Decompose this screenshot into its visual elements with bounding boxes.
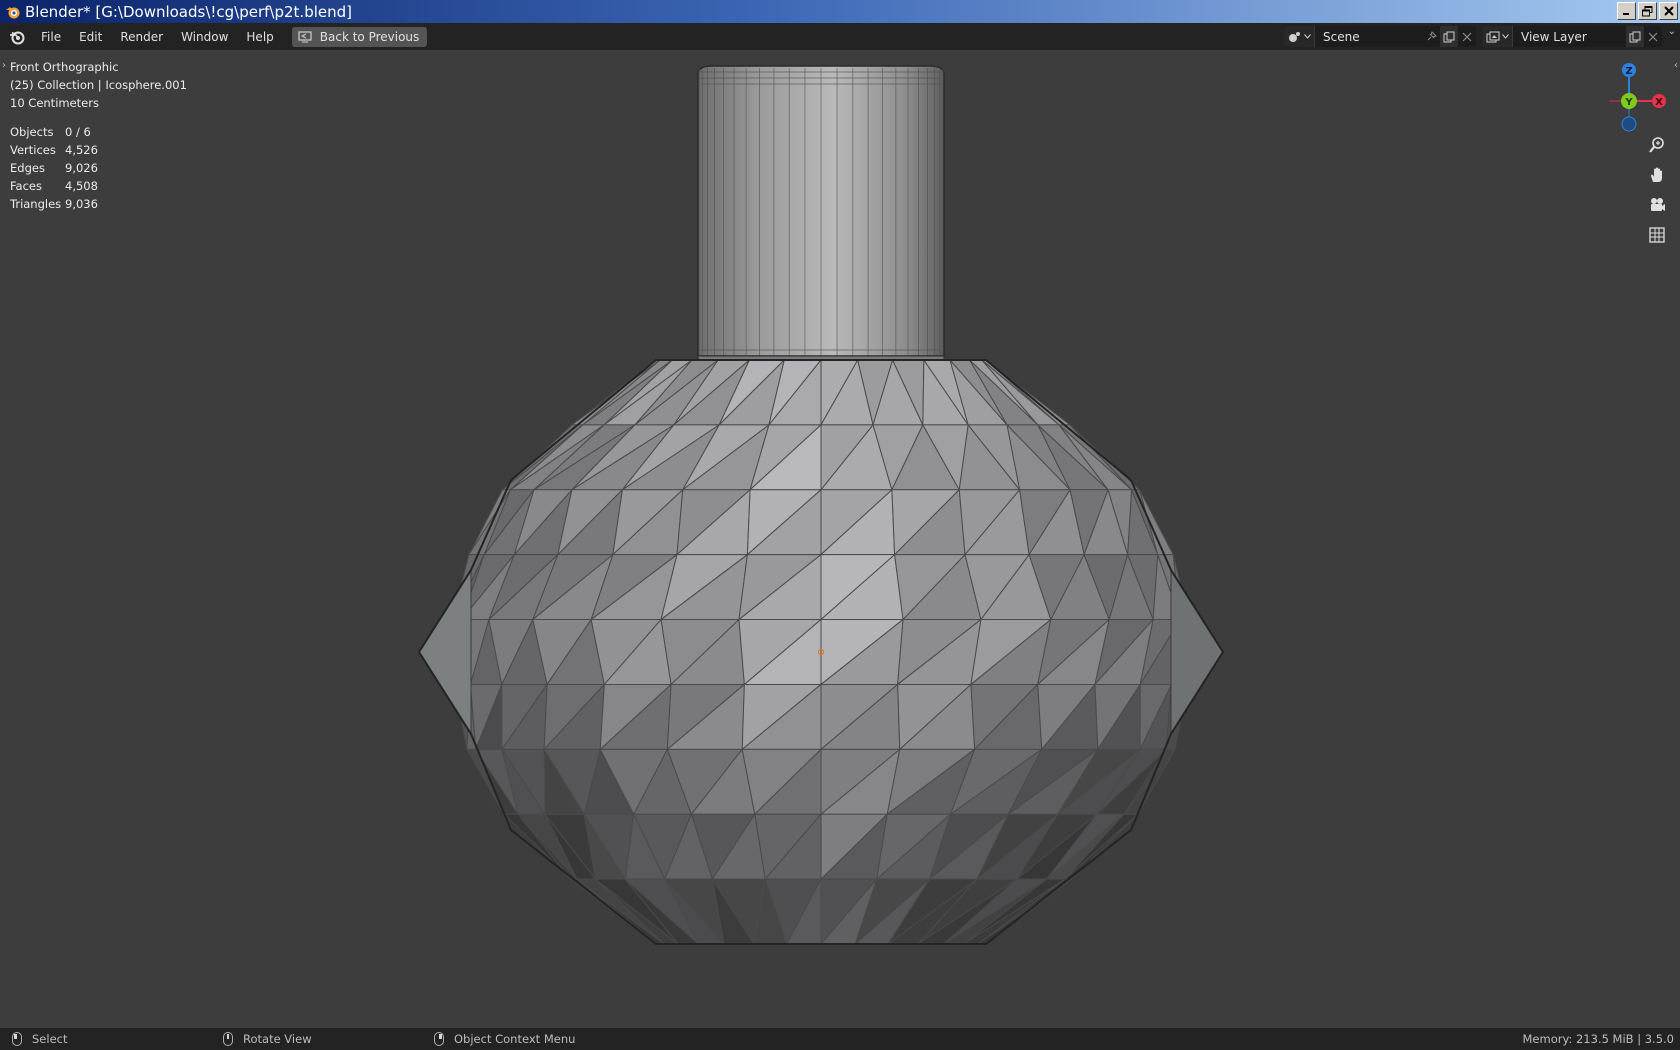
new-scene-icon[interactable] (1440, 26, 1458, 47)
faceted-bottle-body (417, 359, 1225, 945)
minimize-icon (1623, 12, 1629, 15)
menu-edit[interactable]: Edit (70, 26, 111, 48)
stat-value: 4,508 (65, 179, 98, 193)
status-context-label: Object Context Menu (454, 1032, 576, 1046)
mouse-right-icon (434, 1032, 444, 1046)
stat-value: 9,036 (65, 197, 98, 211)
stat-value: 9,026 (65, 161, 98, 175)
blender-topbar: File Edit Render Window Help Back to Pre… (0, 23, 1680, 50)
scene-type-dropdown[interactable] (1284, 26, 1315, 47)
chevron-down-icon (1303, 34, 1311, 39)
back-to-previous-label: Back to Previous (319, 29, 420, 44)
view-layer-name[interactable]: View Layer (1513, 30, 1626, 44)
menu-help[interactable]: Help (237, 26, 282, 48)
stat-label: Objects (10, 125, 54, 139)
menu-render[interactable]: Render (111, 26, 172, 48)
status-context: Object Context Menu (434, 1032, 575, 1046)
status-select-label: Select (32, 1032, 68, 1046)
stat-label: Triangles (10, 197, 62, 211)
gizmo-neg-z[interactable] (1621, 116, 1637, 132)
view-layer-icon (1486, 31, 1499, 42)
sidebar-expand-arrow[interactable]: ‹ (1674, 60, 1678, 71)
view-layer-selector[interactable]: View Layer (1482, 26, 1662, 47)
stat-label: Vertices (10, 143, 56, 157)
menu-window[interactable]: Window (172, 26, 237, 48)
delete-view-layer-icon[interactable] (1644, 32, 1662, 42)
close-button[interactable] (1659, 2, 1678, 20)
stat-value: 4,526 (65, 143, 98, 157)
menu-file[interactable]: File (32, 26, 70, 48)
memory-version-info: Memory: 213.5 MiB | 3.5.0 (1522, 1032, 1675, 1046)
window-title: Blender* [G:\Downloads\!cg\perf\p2t.blen… (25, 2, 352, 21)
gizmo-x-label: X (1655, 97, 1663, 108)
hand-pan-icon (1651, 167, 1662, 182)
blender-logo-icon[interactable] (8, 28, 26, 46)
stat-value: 0 / 6 (65, 125, 91, 139)
camera-view-button[interactable] (1644, 192, 1670, 218)
scene-icon (1288, 31, 1300, 42)
scale-info: 10 Centimeters (10, 96, 99, 110)
status-select: Select (12, 1032, 67, 1046)
scene-name[interactable]: Scene (1315, 30, 1422, 44)
status-rotate: Rotate View (223, 1032, 312, 1046)
toolbar-expand-arrow[interactable]: › (2, 60, 6, 71)
new-view-layer-icon[interactable] (1626, 26, 1644, 47)
restore-button[interactable] (1638, 2, 1657, 20)
navigation-gizmo[interactable]: Z X Y (1609, 56, 1675, 136)
delete-scene-icon[interactable] (1458, 32, 1476, 42)
3d-viewport[interactable]: Front Orthographic (25) Collection | Ico… (0, 50, 1680, 1028)
gizmo-z-label: Z (1625, 66, 1632, 77)
gizmo-y-label: Y (1624, 97, 1633, 108)
ortho-toggle-button[interactable] (1644, 222, 1670, 248)
perfume-bottle-mesh[interactable] (0, 50, 1680, 1028)
screen-back-icon (298, 30, 312, 42)
mouse-middle-icon (223, 1032, 233, 1046)
minimize-button[interactable] (1617, 2, 1636, 20)
collection-info: (25) Collection | Icosphere.001 (10, 78, 187, 92)
scene-selector[interactable]: Scene (1284, 26, 1476, 47)
zoom-icon (1649, 137, 1664, 153)
window-titlebar[interactable]: Blender* [G:\Downloads\!cg\perf\p2t.blen… (0, 0, 1680, 23)
pin-icon[interactable] (1422, 30, 1440, 43)
scene-statistics: Objects 0 / 6 Vertices 4,526 Edges 9,026 Fa… (10, 123, 98, 213)
pan-button[interactable] (1644, 162, 1670, 188)
viewport-info: Front Orthographic (25) Collection | Ico… (10, 58, 187, 112)
blender-app-icon (6, 6, 20, 18)
status-rotate-label: Rotate View (243, 1032, 312, 1046)
status-bar: Select Rotate View Object Context Menu M… (0, 1028, 1680, 1050)
close-icon (1663, 6, 1674, 16)
stat-label: Faces (10, 179, 42, 193)
restore-icon (1642, 5, 1653, 16)
view-name: Front Orthographic (10, 60, 119, 74)
view-layer-type-dropdown[interactable] (1482, 26, 1513, 47)
camera-icon (1651, 198, 1665, 211)
bottle-cap (697, 65, 945, 383)
mouse-left-icon (12, 1032, 22, 1046)
grid-icon (1649, 227, 1665, 243)
stat-label: Edges (10, 161, 45, 175)
zoom-button[interactable] (1644, 132, 1670, 158)
back-to-previous-button[interactable]: Back to Previous (291, 26, 428, 47)
topbar-collapse-arrow[interactable]: ⌄ (1668, 26, 1676, 37)
chevron-down-icon (1501, 34, 1509, 39)
